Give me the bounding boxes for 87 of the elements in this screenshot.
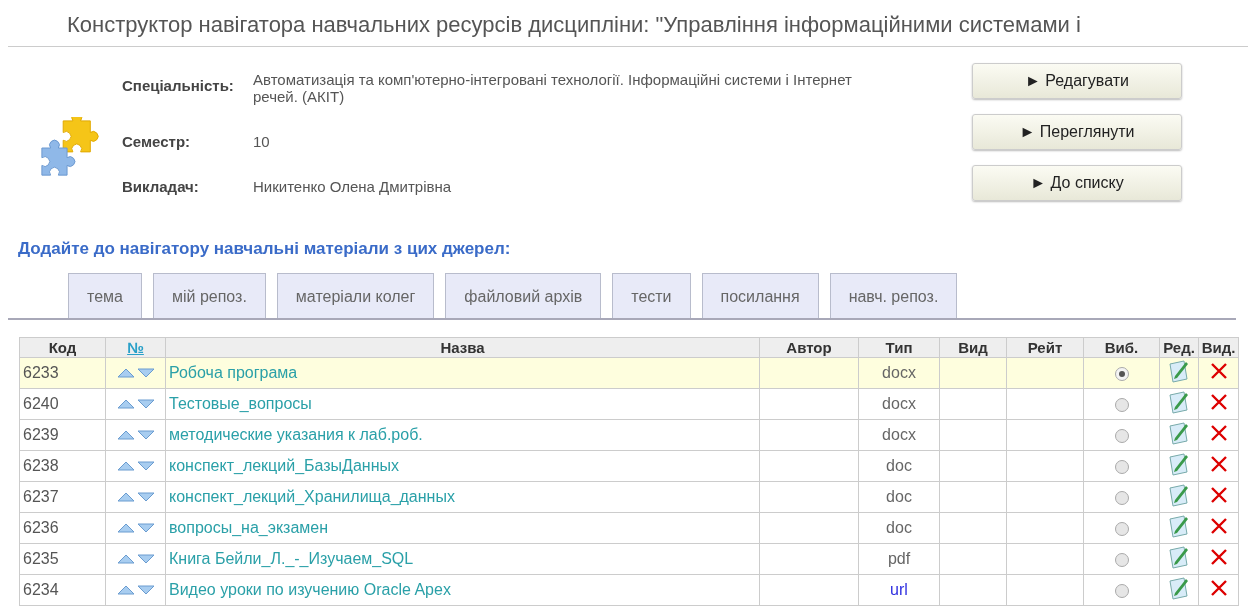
table-cell: doc	[886, 488, 912, 505]
move-down-icon[interactable]	[136, 461, 155, 471]
page-title: Конструктор навігатора навчальних ресурсів дисципліни: "Управління інформаційними системами і	[66, 11, 1082, 38]
move-up-icon[interactable]	[116, 461, 135, 471]
source-tab[interactable]: тема	[68, 273, 142, 318]
radio-button[interactable]	[1114, 552, 1129, 567]
move-down-icon[interactable]	[136, 368, 155, 378]
move-up-icon[interactable]	[116, 585, 135, 595]
source-tab[interactable]: матеріали колег	[276, 273, 435, 318]
radio-button[interactable]	[1114, 428, 1129, 443]
radio-button[interactable]	[1114, 366, 1129, 381]
move-up-icon[interactable]	[116, 492, 135, 502]
radio-button[interactable]	[1114, 397, 1129, 412]
table-cell: docx	[882, 364, 916, 381]
action-button[interactable]: ► Переглянути	[972, 114, 1182, 150]
field-value: Никитенко Олена Дмитрівна	[253, 177, 453, 195]
delete-icon[interactable]	[1209, 424, 1228, 442]
table-cell: 6235	[23, 550, 59, 567]
table-cell: 6238	[23, 457, 59, 474]
column-header: Ред.	[1163, 339, 1195, 356]
delete-icon[interactable]	[1209, 393, 1228, 411]
edit-icon[interactable]	[1167, 545, 1191, 569]
delete-icon[interactable]	[1209, 486, 1228, 504]
delete-icon[interactable]	[1209, 455, 1228, 473]
column-header: Вид.	[1201, 339, 1236, 356]
action-button[interactable]: ► До списку	[972, 165, 1182, 201]
table-cell: 6239	[23, 426, 59, 443]
table-cell: docx	[882, 426, 916, 443]
action-button[interactable]: ► Редагувати	[972, 63, 1182, 99]
edit-icon[interactable]	[1167, 390, 1191, 414]
move-up-icon[interactable]	[116, 368, 135, 378]
move-up-icon[interactable]	[116, 554, 135, 564]
delete-icon[interactable]	[1209, 548, 1228, 566]
move-down-icon[interactable]	[136, 585, 155, 595]
move-up-icon[interactable]	[116, 523, 135, 533]
table-cell: doc	[886, 457, 912, 474]
field-value: 10	[253, 132, 271, 150]
puzzle-icon	[38, 117, 100, 179]
table-cell: doc	[886, 519, 912, 536]
edit-icon[interactable]	[1167, 452, 1191, 476]
radio-button[interactable]	[1114, 459, 1129, 474]
type-link[interactable]: url	[890, 581, 908, 598]
move-down-icon[interactable]	[136, 554, 155, 564]
table-cell: 6240	[23, 395, 59, 412]
column-header: Назва	[440, 339, 485, 356]
radio-button[interactable]	[1114, 490, 1129, 505]
source-tab[interactable]: тести	[612, 273, 691, 318]
table-cell: 6234	[23, 581, 59, 598]
field-label: Викладач:	[122, 177, 200, 195]
move-down-icon[interactable]	[136, 523, 155, 533]
column-header: Рейт	[1027, 339, 1063, 356]
move-down-icon[interactable]	[136, 430, 155, 440]
edit-icon[interactable]	[1167, 483, 1191, 507]
column-header: Виб.	[1104, 339, 1139, 356]
table-cell: 6233	[23, 364, 59, 381]
column-header: Вид	[958, 339, 988, 356]
delete-icon[interactable]	[1209, 517, 1228, 535]
table-cell: 6237	[23, 488, 59, 505]
delete-icon[interactable]	[1209, 579, 1228, 597]
move-up-icon[interactable]	[116, 430, 135, 440]
table-cell: docx	[882, 395, 916, 412]
field-value: Автоматизація та комп'ютерно-інтегровані технології. Інформаційні системи і Інтернет речей. (АКІТ)	[253, 71, 853, 105]
field-label: Семестр:	[122, 132, 192, 150]
edit-icon[interactable]	[1167, 421, 1191, 445]
radio-button[interactable]	[1114, 521, 1129, 536]
source-tab[interactable]: мій репоз.	[152, 273, 266, 318]
column-header: Код	[48, 339, 77, 356]
radio-button[interactable]	[1114, 583, 1129, 598]
table-cell: pdf	[887, 550, 911, 567]
move-down-icon[interactable]	[136, 492, 155, 502]
edit-icon[interactable]	[1167, 359, 1191, 383]
edit-icon[interactable]	[1167, 514, 1191, 538]
section-heading: Додайте до навігатору навчальні матеріали з цих джерел:	[18, 239, 512, 259]
source-tab[interactable]: навч. репоз.	[829, 273, 958, 318]
delete-icon[interactable]	[1209, 362, 1228, 380]
move-down-icon[interactable]	[136, 399, 155, 409]
table-cell: 6236	[23, 519, 59, 536]
source-tab[interactable]: файловий архів	[445, 273, 602, 318]
move-up-icon[interactable]	[116, 399, 135, 409]
resource-link[interactable]: вопросы_на_экзамен	[169, 519, 329, 536]
column-header: Тип	[885, 339, 913, 356]
field-label: Спеціальність:	[122, 76, 235, 96]
source-tab[interactable]: посилання	[701, 273, 819, 318]
edit-icon[interactable]	[1167, 576, 1191, 600]
resource-link[interactable]: Тестовые_вопросы	[169, 395, 312, 412]
column-header: Автор	[786, 339, 832, 356]
resource-link[interactable]: Робоча програма	[169, 364, 298, 381]
